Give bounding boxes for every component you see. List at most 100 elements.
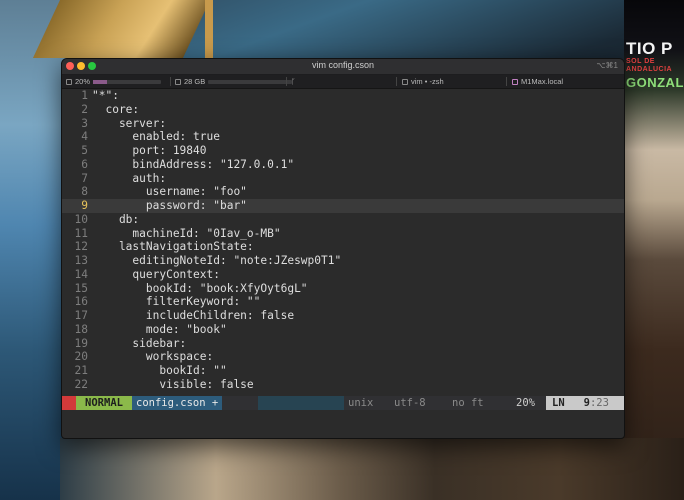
session-label: vim • -zsh [411,77,444,86]
desktop-wallpaper-bottom [60,438,684,500]
segment-divider [396,77,397,86]
segment-divider [506,77,507,86]
line-number: 17 [74,309,88,322]
line-number: 10 [74,212,88,226]
desktop-wallpaper-canopy [32,0,210,58]
cursor-column: :23 [589,397,609,409]
editor-line[interactable]: 9 password: "bar" [62,199,624,213]
vim-filename: config.cson + [132,396,222,410]
disk-label: 28 GB [184,77,206,86]
vim-mode: NORMAL [76,396,132,410]
desktop-wallpaper-pole [205,0,213,58]
editor-line[interactable]: 22 visible: false [62,378,624,392]
editor-line[interactable]: 8 username: "foo" [62,185,624,199]
editor-line[interactable]: 13 editingNoteId: "note:JZeswp0T1" [62,254,624,268]
editor-line[interactable]: 7 auth: [62,172,624,186]
line-code[interactable]: auth: [92,172,166,186]
cpu-meter [93,79,162,84]
editor-line[interactable]: 6 bindAddress: "127.0.0.1" [62,158,624,172]
line-code[interactable]: bindAddress: "127.0.0.1" [92,158,294,172]
cpu-segment: 20% [66,75,162,88]
line-code[interactable]: bookId: "book:XfyOyt6gL" [92,282,308,296]
disk-segment: 28 GB [175,75,293,88]
line-code[interactable]: editingNoteId: "note:JZeswp0T1" [92,254,341,268]
line-code[interactable]: enabled: true [92,130,220,144]
line-number: 7 [81,171,88,185]
wallpaper-sign-bottom: GONZALE [626,75,684,90]
cpu-label: 20% [75,77,91,86]
window-title: vim config.cson [311,60,375,70]
computer-icon [512,78,518,85]
line-number: 6 [81,157,88,171]
desktop-wallpaper-left [0,0,70,500]
editor-line[interactable]: 4 enabled: true [62,130,624,144]
line-code[interactable]: lastNavigationState: [92,240,254,254]
editor-line[interactable]: 16 filterKeyword: "" [62,295,624,309]
terminal-window: vim config.cson ⌥⌘1 20% 28 GB ᚴ vim • -z… [61,58,625,439]
terminal-icon [402,78,408,85]
cpu-meter-fill [93,79,107,84]
line-code[interactable]: sidebar: [92,337,186,351]
line-code[interactable]: "*": [92,89,119,103]
line-code[interactable]: password: "bar" [92,199,247,213]
line-number: 22 [74,377,88,391]
line-number: 2 [81,102,88,116]
line-code[interactable]: port: 19840 [92,144,206,158]
editor-line[interactable]: 21 bookId: "" [62,364,624,378]
terminal-status-bar: 20% 28 GB ᚴ vim • -zsh M1Max.local [62,75,624,89]
editor-line[interactable]: 1 "*": [62,89,624,103]
editor-line[interactable]: 20 workspace: [62,350,624,364]
editor-line[interactable]: 18 mode: "book" [62,323,624,337]
filename-text: config.cson [136,397,206,409]
file-format: unix [348,397,374,409]
line-code[interactable]: workspace: [92,350,213,364]
line-code[interactable]: visible: false [92,378,253,392]
line-code[interactable]: username: "foo" [92,185,247,199]
editor-line[interactable]: 17 includeChildren: false [62,309,624,323]
ln-label: LN [552,397,565,409]
line-code[interactable]: queryContext: [92,268,220,282]
file-encoding: utf-8 [394,397,426,409]
editor-line[interactable]: 10 db: [62,213,624,227]
line-number: 9 [81,199,88,212]
line-number: 18 [74,322,88,336]
line-code[interactable]: db: [92,213,139,227]
editor-line[interactable]: 15 bookId: "book:XfyOyt6gL" [62,282,624,296]
editor-line[interactable]: 19 sidebar: [62,337,624,351]
line-code[interactable]: mode: "book" [92,323,227,337]
editor-line[interactable]: 2 core: [62,103,624,117]
line-number: 14 [74,267,88,281]
vim-statusline: NORMAL config.cson + unix utf-8 no ft 20… [62,396,624,410]
line-number: 16 [74,295,88,309]
title-bar[interactable]: vim config.cson ⌥⌘1 [62,59,624,75]
scroll-percent: 20% [516,397,535,409]
disk-meter [208,79,293,84]
line-number: 19 [74,336,88,350]
line-number: 12 [74,240,88,254]
line-code[interactable]: bookId: "" [92,364,226,378]
disk-icon [175,78,181,85]
line-code[interactable]: machineId: "0Iav_o-MB" [92,227,280,241]
vim-editor[interactable]: 1 "*": 2 core: 3 server: 4 enabled: true 5 po… [62,89,624,396]
line-number: 11 [74,226,88,240]
host-label: M1Max.local [521,77,564,86]
editor-line[interactable]: 12 lastNavigationState: [62,240,624,254]
line-code[interactable]: filterKeyword: "" [92,295,261,309]
line-number: 15 [74,281,88,295]
window-shortcut: ⌥⌘1 [596,61,618,70]
line-number: 8 [81,185,88,199]
line-number: 13 [74,254,88,267]
wallpaper-sign-small: SOL DE ANDALUCIA [626,58,673,73]
session-segment[interactable]: vim • -zsh [402,75,444,88]
host-segment: M1Max.local [512,75,563,88]
line-code[interactable]: server: [92,117,166,131]
editor-line[interactable]: 14 queryContext: [62,268,624,282]
editor-line[interactable]: 3 server: [62,117,624,131]
line-number: 1 [81,89,88,102]
line-code[interactable]: core: [92,103,139,117]
file-type: no ft [452,397,484,409]
modified-flag: + [211,397,219,409]
editor-line[interactable]: 5 port: 19840 [62,144,624,158]
line-code[interactable]: includeChildren: false [92,309,294,323]
editor-line[interactable]: 11 machineId: "0Iav_o-MB" [62,227,624,241]
